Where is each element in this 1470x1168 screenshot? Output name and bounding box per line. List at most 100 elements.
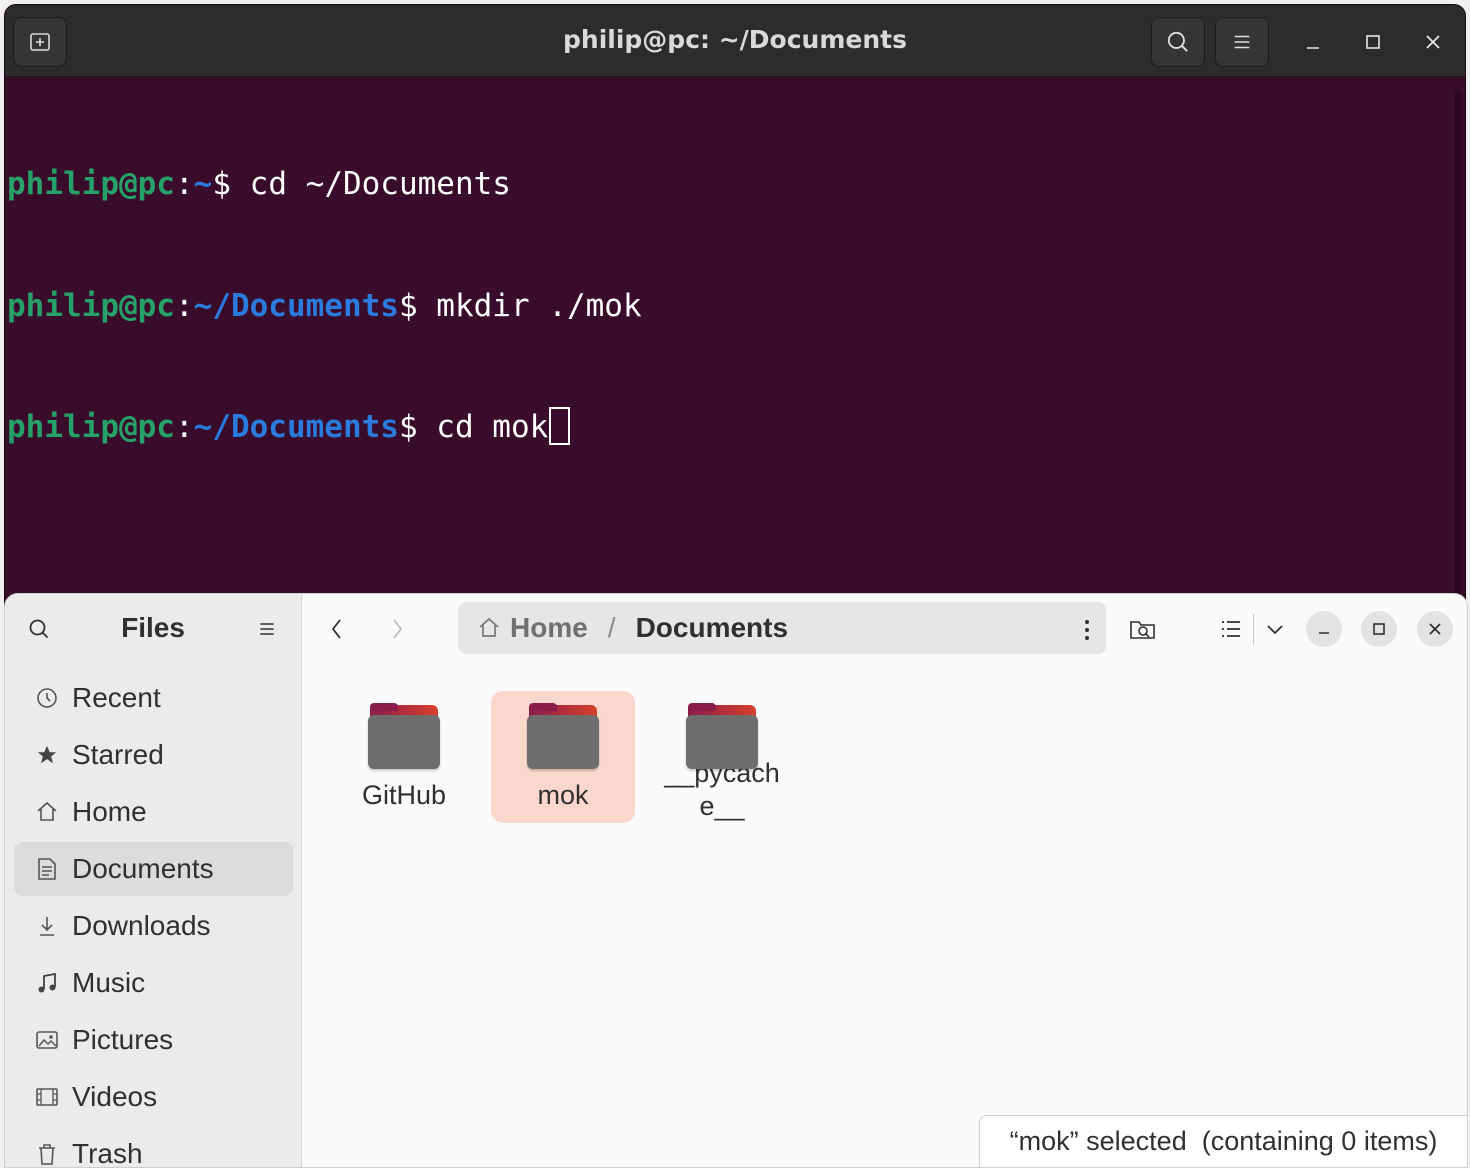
chevron-left-icon (331, 619, 341, 639)
sidebar-item-label: Trash (72, 1138, 143, 1168)
files-toolbar: Home / Documents (302, 594, 1467, 664)
sidebar-header: Files (5, 594, 301, 664)
terminal-menu-button[interactable] (1215, 17, 1269, 67)
home-icon (34, 799, 60, 825)
download-icon (34, 913, 60, 939)
sidebar-item-label: Starred (72, 739, 164, 770)
files-main-area: Home / Documents GitHub mok __pycache__ … (302, 594, 1467, 1167)
terminal-maximize-button[interactable] (1356, 25, 1390, 59)
prompt-path: ~ (193, 166, 213, 202)
prompt-dollar: $ (398, 409, 418, 445)
sidebar-item-label: Music (72, 967, 146, 998)
music-icon (34, 970, 60, 996)
document-icon (34, 856, 60, 882)
prompt-dollar: $ (212, 166, 231, 202)
folder-item-github[interactable]: GitHub (332, 691, 476, 823)
forward-button[interactable] (380, 612, 414, 646)
folder-item-pycache[interactable]: __pycache__ (650, 691, 794, 823)
home-icon (479, 617, 499, 637)
sidebar-item-label: Downloads (72, 910, 211, 941)
sidebar-item-label: Pictures (72, 1024, 174, 1055)
folder-search-icon (1130, 621, 1155, 639)
sidebar-item-videos[interactable]: Videos (14, 1070, 293, 1124)
maximize-icon (1366, 35, 1380, 49)
prompt-user: philip@pc (7, 287, 175, 324)
prompt-path: ~/Documents (193, 287, 399, 324)
path-bar: Home / Documents (458, 602, 1106, 654)
folder-icon (368, 703, 440, 769)
files-sidebar: Files Recent Starred Home Documents Down… (5, 594, 302, 1167)
text-cursor (549, 407, 571, 445)
prompt-user: philip@pc (7, 409, 175, 445)
maximize-icon (1373, 623, 1385, 635)
terminal-line: philip@pc:~$ cd ~/Documents (7, 164, 1465, 205)
folder-item-mok[interactable]: mok (491, 691, 635, 823)
search-icon (1167, 31, 1188, 52)
path-menu-button[interactable] (1084, 616, 1090, 648)
breadcrumb-home-label: Home (510, 612, 588, 643)
terminal-output[interactable]: philip@pc:~$ cd ~/Documents philip@pc:~/… (5, 77, 1465, 529)
selection-status: “mok” selected (containing 0 items) (979, 1115, 1467, 1167)
sidebar-item-documents[interactable]: Documents (14, 842, 293, 896)
hamburger-menu-icon (260, 623, 274, 635)
prompt-colon: : (174, 287, 194, 324)
clock-icon (34, 685, 60, 711)
chevron-down-icon (1267, 625, 1283, 635)
search-folder-button[interactable] (1126, 612, 1160, 646)
terminal-close-button[interactable] (1416, 25, 1450, 59)
breadcrumb-separator: / (607, 612, 616, 643)
command-text: cd ~/Documents (231, 166, 511, 202)
trash-icon (34, 1141, 60, 1167)
sidebar-item-label: Videos (72, 1081, 158, 1112)
list-view-icon (1222, 621, 1240, 637)
terminal-line: philip@pc:~/Documents$ mkdir ./mok (7, 286, 1465, 327)
folder-icon (527, 703, 599, 769)
folder-label: GitHub (361, 780, 447, 810)
sidebar-item-label: Documents (72, 853, 214, 884)
terminal-scrollbar[interactable] (1455, 89, 1461, 609)
close-icon (1429, 623, 1441, 635)
toolbar-divider (1253, 614, 1254, 644)
chevron-right-icon (393, 619, 403, 639)
view-options-button[interactable] (1258, 612, 1292, 646)
kebab-menu-icon (1085, 620, 1089, 640)
terminal-line: philip@pc:~/Documents$ cd mok (7, 407, 1465, 448)
files-close-button[interactable] (1417, 611, 1453, 647)
star-icon (34, 742, 60, 768)
terminal-window: philip@pc: ~/Documents philip@pc:~$ cd ~… (4, 4, 1466, 644)
hamburger-menu-icon (1234, 35, 1250, 49)
files-main-menu-button[interactable] (252, 614, 282, 644)
breadcrumb-home[interactable]: Home (476, 612, 588, 644)
sidebar-item-recent[interactable]: Recent (14, 671, 293, 725)
prompt-user: philip@pc (7, 166, 175, 202)
folder-icon (686, 703, 758, 769)
sidebar-item-music[interactable]: Music (14, 956, 293, 1010)
close-icon (1426, 35, 1440, 49)
minimize-icon (1307, 47, 1319, 49)
files-minimize-button[interactable] (1306, 611, 1342, 647)
prompt-dollar: $ (398, 287, 418, 324)
folder-label: mok (537, 780, 589, 810)
breadcrumb-current[interactable]: Documents (636, 612, 788, 644)
files-window: Files Recent Starred Home Documents Down… (4, 593, 1468, 1168)
sidebar-item-trash[interactable]: Trash (14, 1127, 293, 1168)
sidebar-item-home[interactable]: Home (14, 785, 293, 839)
minimize-icon (1319, 632, 1329, 634)
back-button[interactable] (320, 612, 354, 646)
terminal-header-bar: philip@pc: ~/Documents (5, 5, 1465, 77)
video-icon (34, 1084, 60, 1110)
files-maximize-button[interactable] (1361, 611, 1397, 647)
view-mode-button[interactable] (1214, 612, 1248, 646)
command-text: mkdir ./mok (417, 287, 642, 324)
command-input[interactable]: cd mok (418, 409, 548, 445)
sidebar-item-label: Recent (72, 682, 161, 713)
sidebar-item-downloads[interactable]: Downloads (14, 899, 293, 953)
picture-icon (34, 1027, 60, 1053)
sidebar-item-starred[interactable]: Starred (14, 728, 293, 782)
prompt-colon: : (174, 409, 194, 445)
sidebar-item-label: Home (72, 796, 147, 827)
prompt-path: ~/Documents (193, 409, 399, 445)
terminal-minimize-button[interactable] (1296, 25, 1330, 59)
sidebar-item-pictures[interactable]: Pictures (14, 1013, 293, 1067)
terminal-search-button[interactable] (1151, 17, 1205, 67)
